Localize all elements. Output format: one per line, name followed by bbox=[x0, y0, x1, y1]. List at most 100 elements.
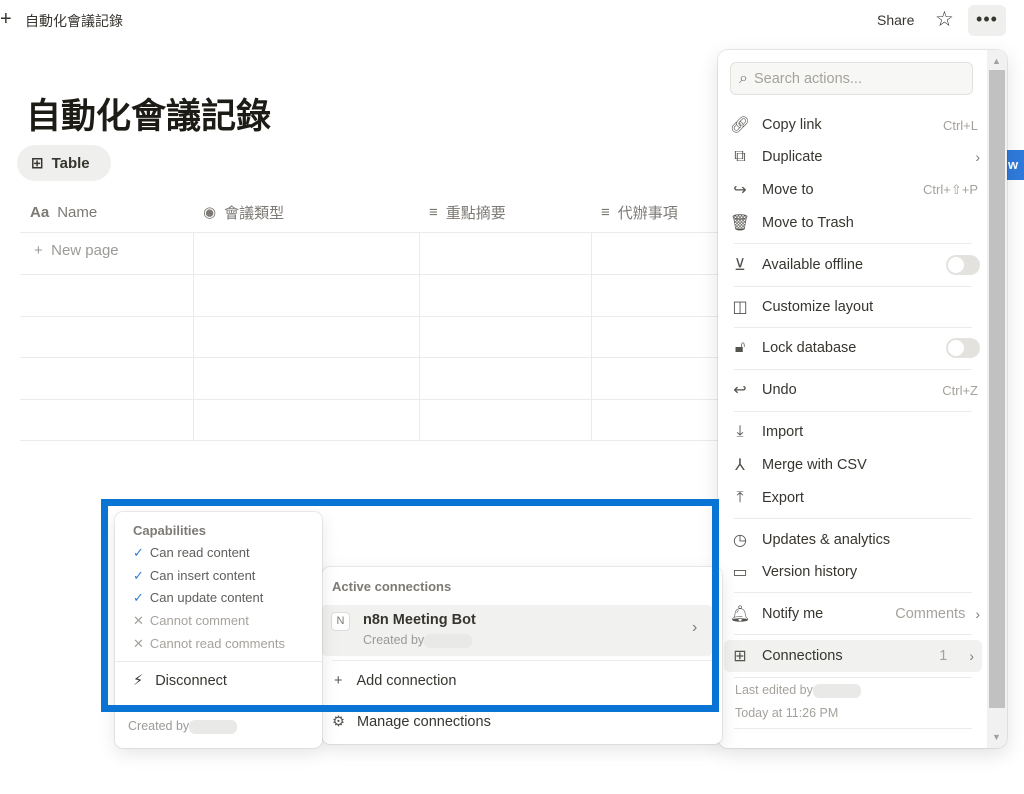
menu-item-duplicate[interactable]: ⧉ Duplicate › bbox=[728, 142, 980, 172]
column-header-name[interactable]: Aa Name bbox=[30, 192, 97, 232]
capability-item: ✓ Can update content bbox=[133, 590, 263, 606]
check-icon: ✓ bbox=[133, 545, 144, 560]
label: Disconnect bbox=[155, 673, 227, 689]
label: Copy link bbox=[762, 117, 822, 133]
menu-item-connections[interactable]: ⊞ Connections 1 › bbox=[724, 640, 982, 672]
chevron-right-icon: › bbox=[975, 606, 980, 622]
connection-item-n8n-meeting-bot[interactable]: N n8n Meeting Bot Created by › bbox=[322, 605, 712, 656]
label: Updates & analytics bbox=[762, 532, 891, 548]
menu-item-move-to[interactable]: ↪ Move to Ctrl+⇧+P bbox=[728, 175, 980, 205]
divider bbox=[20, 274, 720, 275]
capabilities-panel: Capabilities ✓ Can read content ✓ Can inse… bbox=[115, 512, 322, 748]
check-icon: ✓ bbox=[133, 568, 144, 583]
label: Lock database bbox=[762, 340, 857, 356]
menu-item-import[interactable]: ⤓ Import bbox=[728, 417, 980, 447]
label: Version history bbox=[762, 564, 858, 580]
divider bbox=[734, 518, 972, 519]
star-icon[interactable]: ☆ bbox=[935, 7, 954, 32]
scrollbar[interactable]: ▲ ▼ bbox=[987, 50, 1007, 748]
link-icon: 🔗︎ bbox=[729, 117, 751, 134]
bot-avatar: N bbox=[331, 612, 350, 631]
add-icon[interactable]: + bbox=[0, 8, 12, 31]
breadcrumb[interactable]: 自動化會議記錄 bbox=[25, 11, 123, 31]
text-type-icon: Aa bbox=[30, 203, 50, 221]
divider bbox=[20, 399, 720, 400]
last-edited-time: Today at 11:26 PM bbox=[735, 706, 839, 720]
share-button[interactable]: Share bbox=[877, 12, 914, 28]
menu-item-available-offline[interactable]: ⊻ Available offline bbox=[728, 250, 980, 280]
label: Can read content bbox=[149, 545, 250, 560]
menu-item-copy-link[interactable]: 🔗︎ Copy link Ctrl+L bbox=[728, 110, 980, 140]
duplicate-icon: ⧉ bbox=[734, 148, 746, 165]
menu-item-lock-database[interactable]: 🔓︎ Lock database bbox=[728, 333, 980, 363]
bell-icon: 🔔︎ bbox=[729, 606, 751, 623]
new-page-button[interactable]: + New page bbox=[34, 242, 119, 259]
divider bbox=[734, 286, 972, 287]
menu-item-move-to-trash[interactable]: 🗑︎ Move to Trash bbox=[728, 208, 980, 238]
created-by: Created by bbox=[128, 719, 238, 734]
scroll-up-icon[interactable]: ▲ bbox=[992, 56, 1001, 66]
offline-toggle[interactable] bbox=[946, 255, 980, 275]
column-header-todo[interactable]: ≡ 代辦事項 bbox=[601, 192, 678, 232]
label: Connections bbox=[762, 648, 843, 664]
tab-label: Table bbox=[51, 154, 90, 172]
x-icon: ✕ bbox=[133, 613, 144, 628]
capability-item: ✓ Can read content bbox=[133, 545, 250, 561]
redacted-name bbox=[424, 633, 473, 648]
search-actions-input[interactable]: ⌕ Search actions... bbox=[730, 62, 973, 95]
new-page-label: New page bbox=[51, 242, 119, 259]
clock-icon: ◷ bbox=[733, 532, 747, 549]
label: Last edited by bbox=[735, 683, 813, 697]
more-options-button[interactable]: ••• bbox=[968, 5, 1006, 36]
menu-item-notify-me[interactable]: 🔔︎ Notify me Comments › bbox=[728, 599, 980, 629]
x-icon: ✕ bbox=[133, 636, 144, 651]
label: Created by bbox=[363, 633, 425, 647]
bot-name: n8n Meeting Bot bbox=[363, 612, 476, 628]
tab-table-view[interactable]: ⊞ Table bbox=[17, 145, 111, 181]
chevron-right-icon: › bbox=[969, 648, 974, 664]
manage-connections-button[interactable]: ⚙ Manage connections bbox=[332, 714, 491, 730]
menu-item-version-history[interactable]: ▭ Version history bbox=[728, 557, 980, 587]
capability-item: ✓ Can insert content bbox=[133, 568, 255, 584]
menu-item-updates-analytics[interactable]: ◷ Updates & analytics bbox=[728, 525, 980, 555]
label: Can insert content bbox=[149, 568, 256, 583]
menu-item-export[interactable]: ⤒ Export bbox=[728, 483, 980, 513]
unlock-icon: 🔓︎ bbox=[734, 339, 746, 356]
capability-item: ✕ Cannot read comments bbox=[133, 636, 285, 652]
export-icon: ⤒ bbox=[736, 489, 744, 506]
label: Import bbox=[762, 424, 804, 440]
divider bbox=[734, 634, 972, 635]
column-header-summary[interactable]: ≡ 重點摘要 bbox=[429, 192, 506, 232]
scrollbar-thumb[interactable] bbox=[989, 70, 1005, 708]
menu-item-undo[interactable]: ↩ Undo Ctrl+Z bbox=[728, 375, 980, 405]
plus-icon: + bbox=[334, 673, 343, 689]
page-title: 自動化會議記錄 bbox=[26, 97, 272, 136]
label: Customize layout bbox=[762, 299, 874, 315]
new-button[interactable]: w bbox=[1005, 150, 1024, 180]
lock-toggle[interactable] bbox=[946, 338, 980, 358]
divider bbox=[734, 592, 972, 593]
menu-item-merge-csv[interactable]: ⅄ Merge with CSV bbox=[728, 450, 980, 480]
chevron-right-icon: › bbox=[975, 149, 980, 165]
label: Available offline bbox=[762, 257, 864, 273]
text-lines-icon: ≡ bbox=[429, 203, 438, 221]
shortcut: Ctrl+⇧+P bbox=[923, 182, 978, 197]
connections-submenu: Active connections N n8n Meeting Bot Cre… bbox=[322, 567, 722, 744]
label: Undo bbox=[762, 382, 797, 398]
connections-count: 1 bbox=[939, 648, 948, 664]
table-icon: ⊞ bbox=[31, 155, 44, 172]
divider bbox=[20, 232, 720, 233]
select-type-icon: ◉ bbox=[203, 204, 217, 221]
add-connection-button[interactable]: + Add connection bbox=[334, 673, 456, 689]
disconnect-button[interactable]: ⚡︎ Disconnect bbox=[133, 673, 227, 689]
shortcut: Ctrl+L bbox=[942, 117, 978, 133]
column-label: 代辦事項 bbox=[617, 204, 678, 222]
label: Move to Trash bbox=[762, 215, 854, 231]
label: Merge with CSV bbox=[762, 457, 867, 473]
column-header-meeting-type[interactable]: ◉ 會議類型 bbox=[203, 192, 284, 232]
grid-icon: ⊞ bbox=[733, 648, 747, 665]
import-icon: ⤓ bbox=[736, 423, 744, 440]
divider bbox=[591, 232, 592, 440]
menu-item-customize-layout[interactable]: ◫ Customize layout bbox=[728, 292, 980, 322]
scroll-down-icon[interactable]: ▼ bbox=[992, 732, 1001, 742]
